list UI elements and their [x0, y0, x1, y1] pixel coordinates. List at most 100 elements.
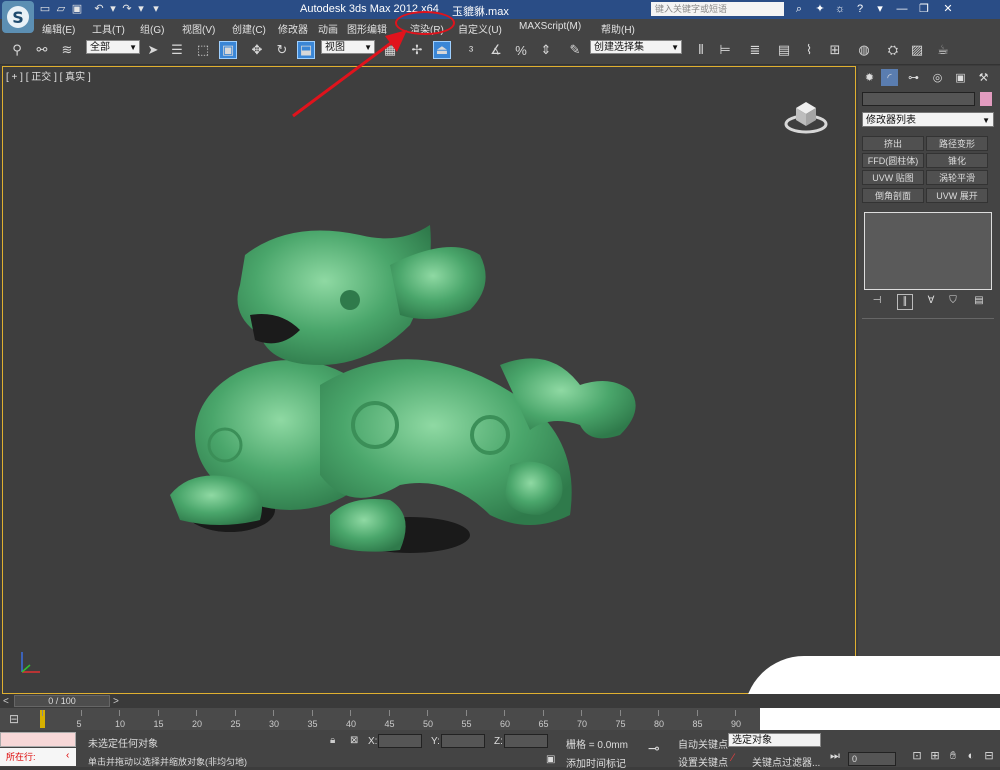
viewcube-icon[interactable]	[784, 94, 828, 138]
object-name-field[interactable]	[862, 92, 975, 106]
link-icon[interactable]: ⚲	[8, 41, 26, 59]
named-selection-dropdown[interactable]: 创建选择集 ▼	[590, 40, 682, 54]
extrude-button[interactable]: 挤出	[862, 136, 924, 151]
ffd-cylinder-button[interactable]: FFD(圆柱体)	[862, 153, 924, 168]
auto-key-button[interactable]: 自动关键点	[678, 736, 728, 751]
render-setup-icon[interactable]: ⛭	[884, 41, 902, 59]
show-end-result-icon[interactable]: ∥	[897, 294, 913, 310]
bevel-profile-button[interactable]: 倒角剖面	[862, 188, 924, 203]
jade-pixiu-statue[interactable]	[150, 215, 690, 560]
app-logo-icon[interactable]: S	[2, 1, 34, 33]
search-input[interactable]: 键入关键字或短语	[651, 2, 784, 16]
object-color-swatch[interactable]	[980, 92, 992, 106]
help-icon[interactable]: ?	[852, 2, 868, 17]
set-key-icon[interactable]: ⊸	[648, 740, 660, 757]
open-file-icon[interactable]: ▱	[54, 2, 68, 16]
schematic-view-icon[interactable]: ⊞	[826, 41, 844, 59]
create-tab-icon[interactable]: ✹	[861, 69, 878, 86]
quick-access-menu-icon[interactable]: ▾	[149, 2, 163, 16]
save-file-icon[interactable]: ▣	[70, 2, 84, 16]
snaps-toggle-icon[interactable]: ³	[462, 41, 480, 59]
menu-tools[interactable]: 工具(T)	[92, 21, 125, 36]
menu-help[interactable]: 帮助(H)	[601, 21, 635, 36]
spinner-snap-icon[interactable]: ⇕	[537, 41, 555, 59]
zoom-extents-icon[interactable]: ⊡	[910, 749, 924, 763]
z-coord-field[interactable]	[504, 734, 548, 748]
unlink-icon[interactable]: ⚯	[33, 41, 51, 59]
maxscript-arrow-icon[interactable]: ‹	[66, 750, 69, 761]
menu-maxscript[interactable]: MAXScript(M)	[519, 21, 581, 32]
restore-button[interactable]: ❐	[914, 1, 934, 17]
key-mode-dropdown[interactable]: 选定对象	[728, 733, 821, 747]
track-bar[interactable]	[0, 708, 760, 730]
motion-tab-icon[interactable]: ◎	[929, 69, 946, 86]
x-coord-field[interactable]	[378, 734, 422, 748]
material-editor-icon[interactable]: ◍	[855, 41, 873, 59]
layer-manager-icon[interactable]: ≣	[746, 41, 764, 59]
utilities-tab-icon[interactable]: ⚒	[975, 69, 992, 86]
menu-group[interactable]: 组(G)	[140, 21, 164, 36]
viewport-label[interactable]: [ + ] [ 正交 ] [ 真实 ]	[6, 68, 91, 83]
menu-create[interactable]: 创建(C)	[232, 21, 266, 36]
bind-space-warp-icon[interactable]: ≋	[58, 41, 76, 59]
menu-views[interactable]: 视图(V)	[182, 21, 215, 36]
curve-editor-icon[interactable]: ⌇	[800, 41, 818, 59]
time-tag-icon[interactable]: ▣	[546, 754, 555, 765]
pin-stack-icon[interactable]: ⊣	[870, 294, 884, 308]
uvw-map-button[interactable]: UVW 贴图	[862, 170, 924, 185]
redo-icon[interactable]: ↷	[120, 2, 134, 16]
close-button[interactable]: ✕	[936, 1, 960, 17]
selection-filter-dropdown[interactable]: 全部 ▼	[86, 40, 140, 54]
menu-customize[interactable]: 自定义(U)	[458, 21, 502, 36]
y-coord-field[interactable]	[441, 734, 485, 748]
modifier-list-dropdown[interactable]: 修改器列表 ▼	[862, 112, 994, 127]
modify-tab-icon[interactable]: ◜	[881, 69, 898, 86]
angle-snap-icon[interactable]: ∡	[487, 41, 505, 59]
binoculars-icon[interactable]: ⌕	[791, 2, 807, 17]
absolute-mode-icon[interactable]: ⊠	[350, 735, 358, 746]
time-slider-prev-icon[interactable]: <	[3, 696, 9, 707]
frame-counter[interactable]: 0 / 100	[14, 695, 110, 707]
zoom-region-icon[interactable]: ⊞	[928, 749, 942, 763]
keyboard-shortcut-override-icon[interactable]: ⏏	[433, 41, 451, 59]
render-production-icon[interactable]: ☕	[934, 41, 952, 59]
help-dropdown-icon[interactable]: ▾	[870, 1, 890, 17]
mirror-icon[interactable]: ⫴	[692, 41, 710, 59]
rectangular-selection-icon[interactable]: ⬚	[194, 41, 212, 59]
redo-dropdown-icon[interactable]: ▾	[134, 2, 148, 16]
go-to-end-icon[interactable]: ⏭	[828, 749, 842, 763]
move-icon[interactable]: ✥	[248, 41, 266, 59]
new-file-icon[interactable]: ▭	[38, 2, 52, 16]
edit-named-selection-icon[interactable]: ✎	[566, 41, 584, 59]
unwrap-uvw-button[interactable]: UVW 展开	[926, 188, 988, 203]
current-frame-field[interactable]: 0	[848, 752, 896, 766]
maximize-viewport-icon[interactable]: ⊟	[982, 749, 996, 763]
rendered-frame-window-icon[interactable]: ▨	[908, 41, 926, 59]
community-icon[interactable]: ☼	[832, 2, 848, 17]
display-tab-icon[interactable]: ▣	[952, 69, 969, 86]
star-icon[interactable]: ✦	[812, 2, 828, 17]
graphite-tools-icon[interactable]: ▤	[775, 41, 793, 59]
time-slider[interactable]	[0, 694, 1000, 708]
modifier-stack-view[interactable]	[864, 212, 992, 290]
add-time-tag[interactable]: 添加时间标记	[566, 755, 626, 770]
orbit-icon[interactable]: ◐	[964, 749, 978, 763]
mini-curve-editor-icon[interactable]: ⊟	[5, 712, 23, 726]
minimize-button[interactable]: —	[892, 1, 912, 17]
pan-view-icon[interactable]: ✋︎	[946, 749, 960, 763]
path-deform-button[interactable]: 路径变形	[926, 136, 988, 151]
selection-lock-icon[interactable]: 🔒︎	[330, 735, 335, 746]
remove-modifier-icon[interactable]: ⛉	[946, 294, 960, 308]
maxscript-listener[interactable]	[0, 732, 76, 747]
taper-button[interactable]: 锥化	[926, 153, 988, 168]
menu-edit[interactable]: 编辑(E)	[42, 21, 75, 36]
make-unique-icon[interactable]: ∀	[924, 294, 938, 308]
align-icon[interactable]: ⊨	[716, 41, 734, 59]
turbosmooth-button[interactable]: 涡轮平滑	[926, 170, 988, 185]
select-by-name-icon[interactable]: ☰	[168, 41, 186, 59]
hierarchy-tab-icon[interactable]: ⊶	[905, 69, 922, 86]
undo-dropdown-icon[interactable]: ▾	[106, 2, 120, 16]
window-crossing-icon[interactable]: ▣	[219, 41, 237, 59]
percent-snap-icon[interactable]: %	[512, 41, 530, 59]
time-slider-next-icon[interactable]: >	[113, 696, 119, 707]
